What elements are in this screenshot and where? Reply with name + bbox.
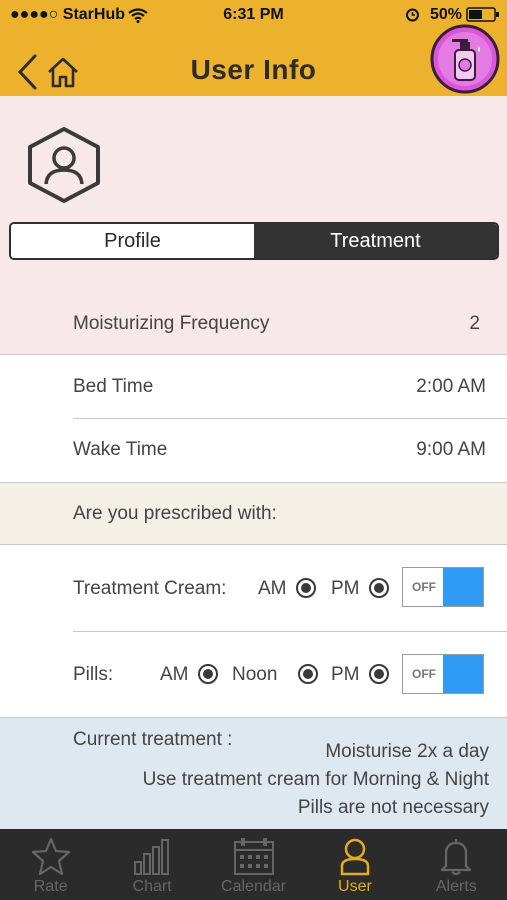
current-treatment-summary: Moisturise 2x a day Use treatment cream … [143,738,489,822]
moisturizing-frequency-label: Moisturizing Frequency [73,313,270,334]
tab-user[interactable]: User [304,829,405,900]
star-icon [31,837,70,876]
current-treatment-line: Moisturise 2x a day [325,741,489,762]
tab-profile[interactable]: Profile [11,224,254,258]
battery-icon [466,7,499,22]
treatment-cream-label: Treatment Cream: [73,578,227,599]
pills-noon-label: Noon [232,664,278,685]
wake-time-value[interactable]: 9:00 AM [416,439,486,461]
bed-time-label: Bed Time [73,376,154,397]
pills-pm-radio[interactable] [369,664,389,684]
lotion-avatar-icon[interactable] [430,24,500,94]
battery-percent: 50% [430,6,463,23]
tab-calendar[interactable]: Calendar [203,829,304,900]
pills-noon-radio[interactable] [298,664,318,684]
tab-chart[interactable]: Chart [101,829,202,900]
tab-treatment[interactable]: Treatment [254,224,497,258]
pills-am-label: AM [160,664,189,685]
pills-toggle[interactable]: OFF [402,654,484,694]
tab-chart-label: Chart [132,878,172,895]
user-profile-icon[interactable] [26,126,102,204]
divider [0,717,507,718]
header-bar: ●●●●○ StarHub 6:31 PM 50% User Info [0,0,507,96]
pills-label: Pills: [73,664,114,685]
treatment-cream-pm-label: PM [331,578,360,599]
treatment-cream-toggle[interactable]: OFF [402,567,484,607]
treatment-cream-pm-radio[interactable] [369,578,389,598]
divider [0,482,507,483]
prescribed-label: Are you prescribed with: [73,503,277,524]
tab-calendar-label: Calendar [221,878,286,895]
bell-icon [441,839,472,876]
treatment-cream-am-label: AM [258,578,287,599]
tab-alerts[interactable]: Alerts [406,829,507,900]
pills-am-radio[interactable] [198,664,218,684]
calendar-icon [233,838,274,875]
current-treatment-line: Pills are not necessary [297,797,489,818]
user-icon [340,838,370,876]
tab-user-label: User [338,878,372,895]
moisturizing-frequency-value[interactable]: 2 [469,313,480,335]
current-treatment-line: Use treatment cream for Morning & Night [142,769,489,790]
alarm-icon [406,8,419,22]
treatment-cream-am-radio[interactable] [296,578,316,598]
pills-pm-label: PM [331,664,360,685]
bottom-tab-bar: Rate Chart Calendar User Alerts [0,829,507,900]
toggle-off-label: OFF [412,667,436,681]
toggle-knob [443,568,483,606]
divider [73,631,507,632]
wake-time-label: Wake Time [73,439,168,460]
tab-rate-label: Rate [33,878,68,895]
tab-rate[interactable]: Rate [0,829,101,900]
divider [0,354,507,355]
divider [73,418,507,419]
bar-chart-icon [134,839,170,875]
toggle-off-label: OFF [412,580,436,594]
bed-time-value[interactable]: 2:00 AM [416,376,486,398]
divider [0,544,507,545]
tab-alerts-label: Alerts [435,878,477,895]
profile-treatment-segment: Profile Treatment [9,222,499,260]
toggle-knob [443,655,483,693]
